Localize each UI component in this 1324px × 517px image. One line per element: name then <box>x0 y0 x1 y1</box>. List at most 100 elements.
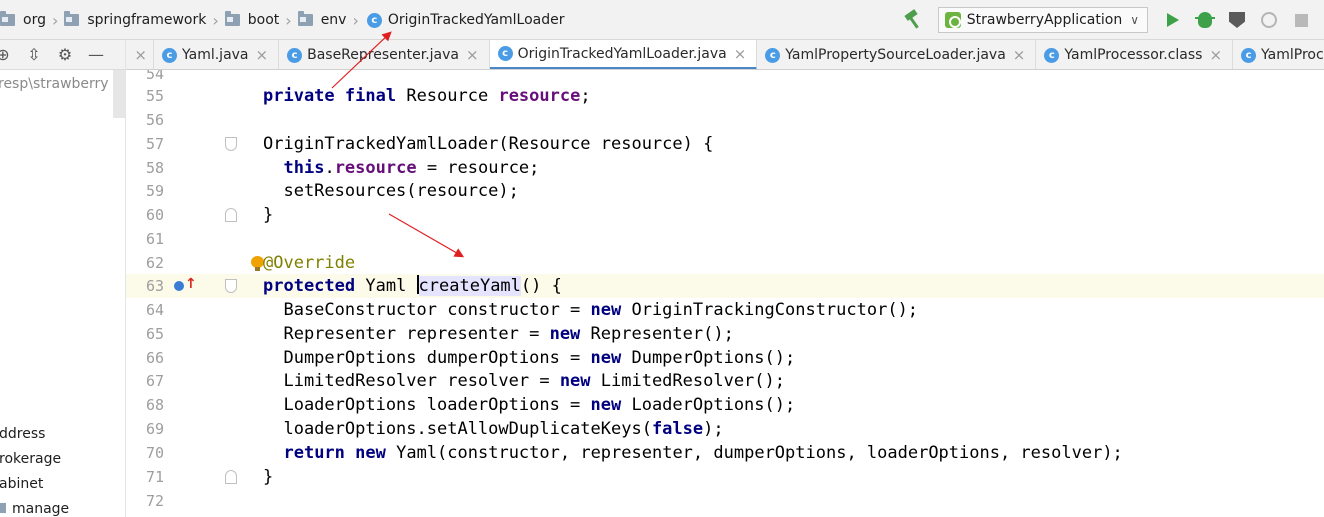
code-line[interactable]: BaseConstructor constructor = new Origin… <box>263 298 918 322</box>
code-line[interactable]: loaderOptions.setAllowDuplicateKeys(fals… <box>263 417 723 441</box>
spring-boot-icon <box>944 12 961 28</box>
profiler-button[interactable] <box>1258 9 1280 31</box>
class-icon: c <box>287 47 303 63</box>
code-line[interactable]: OriginTrackedYamlLoader(Resource resourc… <box>263 132 713 156</box>
close-icon[interactable]: × <box>466 46 479 64</box>
tab-yaml-java[interactable]: c Yaml.java × <box>154 40 280 69</box>
overrides-method-icon[interactable]: ↑ <box>174 276 197 294</box>
hide-panel-icon[interactable]: — <box>85 44 107 66</box>
class-icon: c <box>366 12 382 28</box>
tab-yaml-property-source-loader[interactable]: c YamlPropertySourceLoader.java × <box>757 40 1037 69</box>
tab-yaml-processor-class[interactable]: c YamlProcessor.class × <box>1036 40 1234 69</box>
code-line[interactable]: private final Resource resource; <box>263 84 591 108</box>
gear-icon[interactable]: ⚙ <box>54 44 76 66</box>
code-line[interactable]: this.resource = resource; <box>263 156 539 180</box>
line-number: 67 <box>145 372 164 390</box>
class-icon: c <box>497 46 513 61</box>
close-icon[interactable]: × <box>256 46 269 64</box>
code-line[interactable]: } <box>263 203 273 227</box>
coverage-shield-icon <box>1229 12 1245 28</box>
line-number: 69 <box>145 420 164 438</box>
project-item[interactable]: abinet <box>0 476 43 492</box>
run-with-coverage-button[interactable] <box>1226 9 1248 31</box>
project-toolbar: ⊕ ⇳ ⚙ — <box>0 40 125 70</box>
class-icon: c <box>162 47 177 63</box>
breadcrumb-item-org[interactable]: org › <box>0 0 58 40</box>
fold-marker[interactable] <box>225 137 237 151</box>
editor-tab-bar: × c Yaml.java × c BaseRepresenter.java ×… <box>126 40 1324 70</box>
project-item[interactable]: rokerage <box>0 451 61 467</box>
tab-base-representer[interactable]: c BaseRepresenter.java × <box>279 40 490 69</box>
folder-icon <box>224 11 240 26</box>
line-number: 56 <box>145 111 164 129</box>
method-marker-icon <box>174 281 184 291</box>
build-hammer-icon[interactable] <box>902 9 924 31</box>
breadcrumb-item-class[interactable]: c OriginTrackedYamlLoader <box>359 0 565 40</box>
close-icon[interactable]: × <box>734 45 747 63</box>
line-number: 64 <box>145 301 164 319</box>
line-number: 59 <box>145 182 164 200</box>
run-button[interactable] <box>1162 9 1184 31</box>
annotation-arrow <box>388 213 465 258</box>
collapse-all-icon[interactable]: ⇳ <box>23 44 45 66</box>
line-number: 55 <box>145 87 164 105</box>
close-icon[interactable]: × <box>1209 46 1222 64</box>
line-number: 60 <box>145 206 164 224</box>
breadcrumb-item-boot[interactable]: boot › <box>219 0 292 40</box>
project-scrollbar[interactable] <box>113 70 125 118</box>
stop-icon <box>1294 13 1308 27</box>
folder-icon <box>0 503 6 513</box>
fold-marker[interactable] <box>225 279 237 293</box>
code-line[interactable]: return new Yaml(constructor, representer… <box>263 441 1122 465</box>
code-line[interactable]: @Override <box>263 251 355 275</box>
line-number: 66 <box>145 349 164 367</box>
close-icon[interactable]: × <box>1013 46 1026 64</box>
run-configuration-label: StrawberryApplication <box>966 12 1123 28</box>
line-number: 63 <box>145 277 164 295</box>
debug-button[interactable] <box>1194 9 1216 31</box>
folder-icon <box>64 11 80 26</box>
stop-button[interactable] <box>1290 9 1312 31</box>
fold-marker[interactable] <box>225 470 237 484</box>
breadcrumb: org › springframework › boot › env › c O… <box>0 0 565 40</box>
code-line[interactable]: DumperOptions dumperOptions = new Dumper… <box>263 346 795 370</box>
line-number: 65 <box>145 325 164 343</box>
project-item[interactable]: manage <box>0 501 69 517</box>
code-line[interactable]: setResources(resource); <box>263 179 518 203</box>
line-number: 68 <box>145 396 164 414</box>
locate-target-icon[interactable]: ⊕ <box>0 44 14 66</box>
arrow-up-icon: ↑ <box>185 276 197 292</box>
folder-icon <box>297 11 313 26</box>
project-panel: ⊕ ⇳ ⚙ — resp\strawberry ddress rokerage … <box>0 40 126 517</box>
class-icon: c <box>1044 47 1060 63</box>
code-line[interactable]: LimitedResolver resolver = new LimitedRe… <box>263 369 785 393</box>
profiler-icon <box>1261 12 1277 28</box>
tab-yaml-partial[interactable]: × <box>126 40 154 69</box>
line-number: 70 <box>145 444 164 462</box>
line-number: 58 <box>145 159 164 177</box>
breadcrumb-item-env[interactable]: env › <box>292 0 359 40</box>
breadcrumb-item-springframework[interactable]: springframework › <box>58 0 219 40</box>
run-configuration-select[interactable]: StrawberryApplication ∨ <box>937 7 1148 33</box>
run-toolbar: StrawberryApplication ∨ <box>902 0 1324 40</box>
close-icon[interactable]: × <box>134 46 147 64</box>
project-item[interactable]: ddress <box>0 426 45 442</box>
line-number: 62 <box>145 254 164 272</box>
play-icon <box>1167 13 1179 27</box>
class-icon: c <box>1241 47 1257 63</box>
chevron-down-icon: ∨ <box>1130 13 1139 27</box>
tab-origin-tracked-yaml-loader[interactable]: c OriginTrackedYamlLoader.java × <box>489 40 758 69</box>
code-line[interactable]: } <box>263 465 273 489</box>
line-number: 61 <box>145 230 164 248</box>
folder-icon <box>0 11 15 26</box>
line-number: 72 <box>145 492 164 510</box>
line-number: 71 <box>145 468 164 486</box>
tab-yaml-processor[interactable]: c YamlProcessor <box>1233 40 1324 69</box>
code-line[interactable]: protected Yaml createYaml() { <box>263 274 562 298</box>
code-line[interactable]: LoaderOptions loaderOptions = new Loader… <box>263 393 795 417</box>
line-number: 57 <box>145 135 164 153</box>
code-line[interactable]: Representer representer = new Represente… <box>263 322 733 346</box>
bug-icon <box>1195 12 1215 28</box>
class-icon: c <box>765 47 781 63</box>
fold-marker[interactable] <box>225 208 237 222</box>
